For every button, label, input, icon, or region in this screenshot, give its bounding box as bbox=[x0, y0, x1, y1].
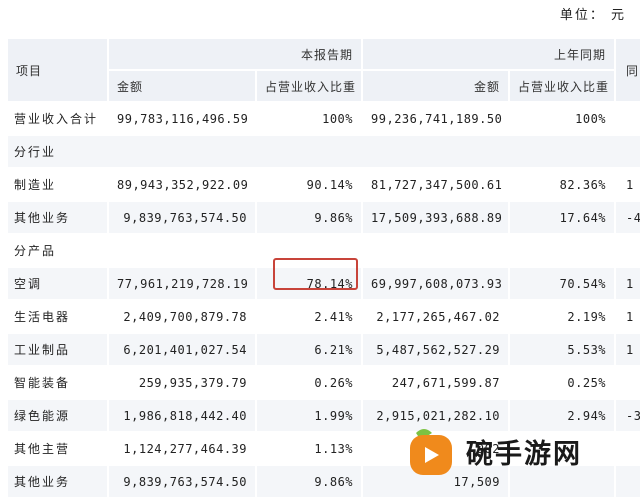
row-label: 其他主营 bbox=[8, 432, 109, 466]
header-yoy-clipped: 同 bbox=[615, 39, 640, 103]
prior-amount: 69,997,608,073.93 bbox=[362, 267, 511, 301]
prior-ratio: 2.19% bbox=[509, 300, 617, 334]
current-ratio: 1.99% bbox=[256, 399, 364, 433]
prior-ratio: 70.54% bbox=[509, 267, 617, 301]
row-label: 空调 bbox=[8, 267, 109, 301]
yoy-clipped bbox=[615, 366, 640, 400]
yoy-clipped: 1 bbox=[615, 300, 640, 334]
row-label: 营业收入合计 bbox=[8, 102, 109, 136]
row-label: 工业制品 bbox=[8, 333, 109, 367]
header-prior-period: 上年同期 bbox=[362, 39, 617, 71]
yoy-clipped: -4 bbox=[615, 201, 640, 235]
table-row: 工业制品 6,201,401,027.54 6.21% 5,487,562,527.2… bbox=[8, 333, 640, 367]
prior-ratio: 0.25% bbox=[509, 366, 617, 400]
current-amount: 1,124,277,464.39 bbox=[108, 432, 257, 466]
current-ratio: 0.26% bbox=[256, 366, 364, 400]
header-prior-amount: 金额 bbox=[362, 70, 511, 103]
current-amount: 9,839,763,574.50 bbox=[108, 201, 257, 235]
header-project: 项目 bbox=[8, 39, 109, 103]
yoy-clipped: 1 bbox=[615, 333, 640, 367]
prior-ratio: 5.53% bbox=[509, 333, 617, 367]
yoy-clipped: 1 bbox=[615, 267, 640, 301]
yoy-clipped bbox=[615, 102, 640, 136]
table-row: 生活电器 2,409,700,879.78 2.41% 2,177,265,467.0… bbox=[8, 300, 640, 334]
current-ratio: 6.21% bbox=[256, 333, 364, 367]
prior-ratio: 100% bbox=[509, 102, 617, 136]
current-amount: 9,839,763,574.50 bbox=[108, 465, 257, 499]
row-label: 绿色能源 bbox=[8, 399, 109, 433]
watermark-logo-icon bbox=[402, 423, 458, 479]
table-row: 智能装备 259,935,379.79 0.26% 247,671,599.87 0.2… bbox=[8, 366, 640, 400]
row-label: 其他业务 bbox=[8, 201, 109, 235]
current-ratio: 9.86% bbox=[256, 201, 364, 235]
table-row: 制造业 89,943,352,922.09 90.14% 81,727,347,500… bbox=[8, 168, 640, 202]
header-prior-ratio: 占营业收入比重 bbox=[509, 70, 617, 103]
watermark-text: 碗手游网 bbox=[466, 438, 582, 470]
prior-amount: 2,177,265,467.02 bbox=[362, 300, 511, 334]
row-label: 其他业务 bbox=[8, 465, 109, 499]
row-label: 制造业 bbox=[8, 168, 109, 202]
current-amount: 77,961,219,728.19 bbox=[108, 267, 257, 301]
current-ratio: 100% bbox=[256, 102, 364, 136]
current-amount: 259,935,379.79 bbox=[108, 366, 257, 400]
section-label: 分行业 bbox=[8, 135, 640, 169]
current-ratio: 2.41% bbox=[256, 300, 364, 334]
current-amount: 1,986,818,442.40 bbox=[108, 399, 257, 433]
current-amount: 2,409,700,879.78 bbox=[108, 300, 257, 334]
table-row: 其他业务 9,839,763,574.50 9.86% 17,509,393,688.… bbox=[8, 201, 640, 235]
prior-amount: 99,236,741,189.50 bbox=[362, 102, 511, 136]
current-amount: 6,201,401,027.54 bbox=[108, 333, 257, 367]
prior-amount: 81,727,347,500.61 bbox=[362, 168, 511, 202]
current-amount: 99,783,116,496.59 bbox=[108, 102, 257, 136]
table-row: 营业收入合计 99,783,116,496.59 100% 99,236,741,18… bbox=[8, 102, 640, 136]
header-current-period: 本报告期 bbox=[108, 39, 364, 71]
header-current-amount: 金额 bbox=[108, 70, 257, 103]
watermark: 碗手游网 bbox=[402, 422, 632, 480]
prior-ratio: 82.36% bbox=[509, 168, 617, 202]
row-label: 生活电器 bbox=[8, 300, 109, 334]
current-ratio: 1.13% bbox=[256, 432, 364, 466]
section-row: 分行业 bbox=[8, 135, 640, 169]
current-amount: 89,943,352,922.09 bbox=[108, 168, 257, 202]
current-ratio: 9.86% bbox=[256, 465, 364, 499]
prior-amount: 17,509,393,688.89 bbox=[362, 201, 511, 235]
prior-amount: 5,487,562,527.29 bbox=[362, 333, 511, 367]
unit-label: 单位： 元 bbox=[559, 8, 626, 23]
prior-ratio: 17.64% bbox=[509, 201, 617, 235]
current-ratio: 90.14% bbox=[256, 168, 364, 202]
yoy-clipped: 1 bbox=[615, 168, 640, 202]
prior-amount: 247,671,599.87 bbox=[362, 366, 511, 400]
highlight-box bbox=[273, 258, 358, 290]
header-current-ratio: 占营业收入比重 bbox=[256, 70, 364, 103]
row-label: 智能装备 bbox=[8, 366, 109, 400]
